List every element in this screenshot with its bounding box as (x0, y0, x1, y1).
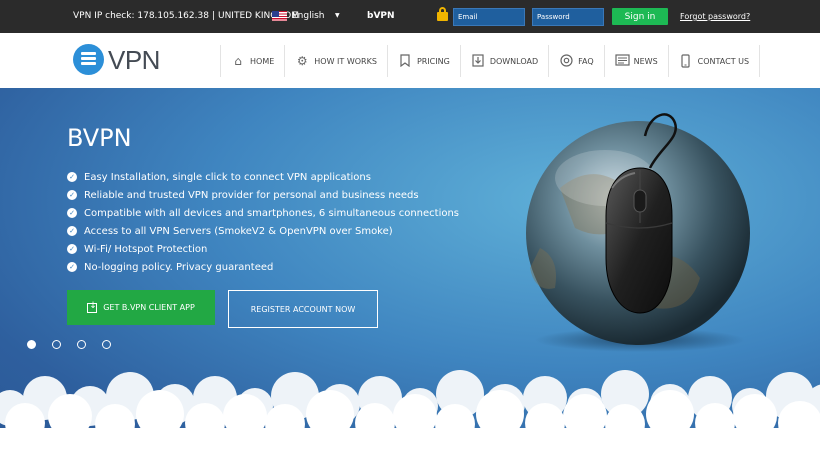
slider-dot[interactable] (77, 340, 86, 349)
language-selector[interactable]: English (292, 11, 325, 21)
main-nav: ⌂ HOME ⚙ HOW IT WORKS PRICING DOWNLOAD F… (220, 45, 761, 77)
news-icon (615, 54, 630, 68)
check-icon: ✓ (67, 190, 77, 200)
ip-separator: | (211, 11, 215, 21)
get-client-app-label: GET B.VPN CLIENT APP (103, 303, 195, 312)
feature-text: Reliable and trusted VPN provider for pe… (84, 189, 419, 201)
brand-link[interactable]: bVPN (367, 11, 395, 21)
feature-text: Easy Installation, single click to conne… (84, 171, 371, 183)
bookmark-icon (398, 54, 412, 68)
check-icon: ✓ (67, 172, 77, 182)
nav-how-it-works[interactable]: ⚙ HOW IT WORKS (284, 45, 387, 77)
ip-check-label: VPN IP check: 178.105.162.38 (73, 11, 209, 21)
cloud-border (0, 368, 820, 461)
feature-text: No-logging policy. Privacy guaranteed (84, 261, 274, 273)
get-client-app-button[interactable]: GET B.VPN CLIENT APP (67, 290, 215, 325)
nav-download[interactable]: DOWNLOAD (459, 45, 548, 77)
nav-pricing[interactable]: PRICING (386, 45, 460, 77)
gear-icon: ⚙ (296, 54, 308, 68)
nav-news-label: NEWS (633, 56, 658, 66)
feature-item: ✓ No-logging policy. Privacy guaranteed (67, 258, 459, 276)
nav-contact-us-label: CONTACT US (697, 56, 750, 66)
feature-text: Wi-Fi/ Hotspot Protection (84, 243, 208, 255)
top-bar: VPN IP check: 178.105.162.38 | UNITED KING… (0, 0, 820, 33)
feature-text: Access to all VPN Servers (SmokeV2 & Ope… (84, 225, 393, 237)
feature-item: ✓ Compatible with all devices and smartph… (67, 204, 459, 222)
download-icon (87, 301, 98, 313)
chevron-down-icon[interactable]: ▼ (335, 12, 340, 19)
help-icon (559, 54, 573, 68)
check-icon: ✓ (67, 226, 77, 236)
feature-item: ✓ Reliable and trusted VPN provider for p… (67, 186, 459, 204)
forgot-password-link[interactable]: Forgot password? (680, 12, 750, 21)
nav-home[interactable]: ⌂ HOME (220, 45, 284, 77)
feature-item: ✓ Access to all VPN Servers (SmokeV2 & Op… (67, 222, 459, 240)
nav-pricing-label: PRICING (416, 56, 450, 66)
globe-mouse-illustration (500, 108, 800, 358)
slider-dots (27, 340, 111, 349)
hero-banner: BVPN ✓ Easy Installation, single click to… (0, 88, 820, 461)
phone-icon (679, 54, 693, 68)
nav-news[interactable]: NEWS (603, 45, 668, 77)
slider-dot[interactable] (102, 340, 111, 349)
check-icon: ✓ (67, 208, 77, 218)
ip-check: VPN IP check: 178.105.162.38 | UNITED KING… (73, 11, 299, 21)
us-flag-icon[interactable] (272, 11, 287, 21)
server-rack-icon (81, 52, 96, 67)
sign-in-button[interactable]: Sign in (612, 8, 668, 25)
slider-dot[interactable] (52, 340, 61, 349)
nav-contact-us[interactable]: CONTACT US (667, 45, 761, 77)
nav-faq[interactable]: FAQ (548, 45, 604, 77)
logo-icon[interactable] (73, 44, 104, 75)
check-icon: ✓ (67, 262, 77, 272)
check-icon: ✓ (67, 244, 77, 254)
register-account-button[interactable]: REGISTER ACCOUNT NOW (228, 290, 378, 328)
nav-how-it-works-label: HOW IT WORKS (314, 56, 377, 66)
hero-title: BVPN (67, 124, 132, 152)
nav-home-label: HOME (250, 56, 275, 66)
email-field[interactable] (453, 8, 525, 26)
feature-item: ✓ Wi-Fi/ Hotspot Protection (67, 240, 459, 258)
lock-icon (437, 7, 448, 21)
logo-text[interactable]: VPN (108, 45, 160, 76)
nav-faq-label: FAQ (578, 56, 594, 66)
nav-download-label: DOWNLOAD (489, 56, 539, 66)
feature-item: ✓ Easy Installation, single click to conn… (67, 168, 459, 186)
slider-dot[interactable] (27, 340, 36, 349)
home-icon: ⌂ (234, 54, 242, 68)
site-header: VPN ⌂ HOME ⚙ HOW IT WORKS PRICING DOWNLO… (0, 33, 820, 88)
feature-list: ✓ Easy Installation, single click to conn… (67, 168, 459, 276)
password-field[interactable] (532, 8, 604, 26)
download-icon (471, 54, 485, 68)
feature-text: Compatible with all devices and smartpho… (84, 207, 460, 219)
